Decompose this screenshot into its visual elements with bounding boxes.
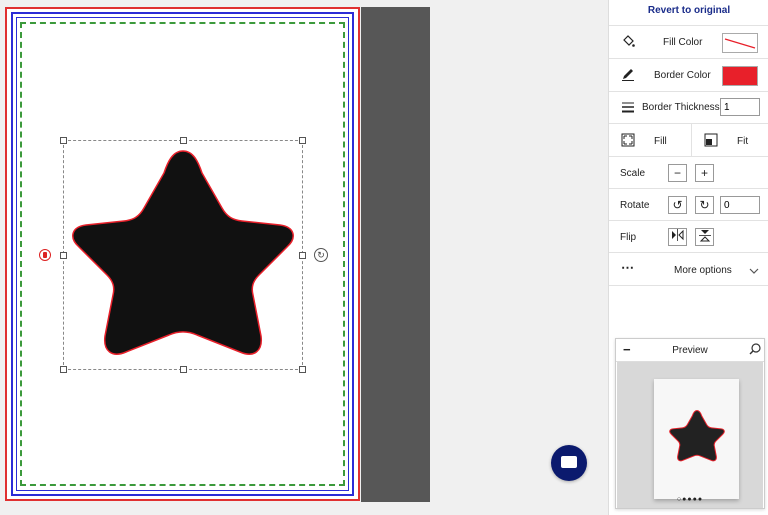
design-canvas: ↻ bbox=[0, 0, 608, 515]
fit-icon bbox=[704, 133, 718, 150]
fill-color-row[interactable]: Fill Color bbox=[609, 26, 768, 59]
fill-color-label: Fill Color bbox=[663, 37, 703, 48]
resize-handle-left[interactable] bbox=[60, 252, 67, 259]
fill-color-swatch[interactable] bbox=[722, 33, 758, 53]
border-thickness-label: Border Thickness bbox=[642, 102, 720, 113]
preview-mockup: ○●●●● bbox=[617, 362, 763, 508]
rotate-row: Rotate ↺ ↻ bbox=[609, 189, 768, 221]
fit-button[interactable]: Fit bbox=[692, 124, 768, 157]
pencil-icon bbox=[621, 67, 635, 84]
border-thickness-input[interactable] bbox=[720, 98, 760, 116]
preview-title: Preview bbox=[672, 345, 708, 356]
border-color-label: Border Color bbox=[654, 70, 711, 81]
lines-icon bbox=[621, 101, 635, 116]
border-color-swatch[interactable] bbox=[722, 66, 758, 86]
scale-row: Scale − + bbox=[609, 157, 768, 189]
resize-handle-bottom[interactable] bbox=[180, 366, 187, 373]
resize-handle-top[interactable] bbox=[180, 137, 187, 144]
fill-fit-row: Fill Fit bbox=[609, 124, 768, 157]
fill-icon bbox=[621, 133, 635, 150]
selection-box[interactable] bbox=[60, 137, 306, 373]
resize-handle-right[interactable] bbox=[299, 252, 306, 259]
preview-pagination[interactable]: ○●●●● bbox=[617, 496, 763, 503]
resize-handle-bottom-right[interactable] bbox=[299, 366, 306, 373]
more-options-row[interactable]: ⋯ More options bbox=[609, 253, 768, 286]
rotate-handle-icon[interactable]: ↻ bbox=[314, 248, 328, 262]
ellipsis-icon: ⋯ bbox=[621, 260, 634, 275]
scale-up-button[interactable]: + bbox=[695, 164, 714, 182]
resize-handle-top-left[interactable] bbox=[60, 137, 67, 144]
revert-to-original-button[interactable]: Revert to original bbox=[609, 0, 768, 26]
canvas-background bbox=[361, 7, 430, 502]
flip-vertical-icon[interactable] bbox=[695, 228, 714, 246]
zoom-icon[interactable] bbox=[749, 343, 761, 358]
delete-icon[interactable] bbox=[39, 249, 51, 261]
rotate-label: Rotate bbox=[620, 200, 650, 211]
fit-label: Fit bbox=[737, 136, 749, 147]
resize-handle-bottom-left[interactable] bbox=[60, 366, 67, 373]
flip-row: Flip bbox=[609, 221, 768, 253]
preview-header: − Preview bbox=[616, 339, 764, 362]
preview-panel: − Preview ○●●●● bbox=[615, 338, 765, 509]
chat-icon[interactable] bbox=[551, 445, 587, 481]
preview-star bbox=[669, 409, 725, 462]
resize-handle-top-right[interactable] bbox=[299, 137, 306, 144]
preview-card bbox=[654, 379, 739, 499]
rotate-left-icon[interactable]: ↺ bbox=[668, 196, 687, 214]
rotate-angle-input[interactable] bbox=[720, 196, 760, 214]
scale-label: Scale bbox=[620, 168, 646, 179]
fill-label: Fill bbox=[654, 136, 667, 147]
more-options-label: More options bbox=[674, 265, 732, 276]
paint-bucket-icon bbox=[621, 34, 635, 51]
scale-down-button[interactable]: − bbox=[668, 164, 687, 182]
border-thickness-row: Border Thickness bbox=[609, 92, 768, 124]
flip-horizontal-icon[interactable] bbox=[668, 228, 687, 246]
chevron-down-icon bbox=[749, 262, 759, 277]
flip-label: Flip bbox=[620, 232, 637, 243]
border-color-row[interactable]: Border Color bbox=[609, 59, 768, 92]
fill-button[interactable]: Fill bbox=[609, 124, 691, 157]
rotate-right-icon[interactable]: ↻ bbox=[695, 196, 714, 214]
